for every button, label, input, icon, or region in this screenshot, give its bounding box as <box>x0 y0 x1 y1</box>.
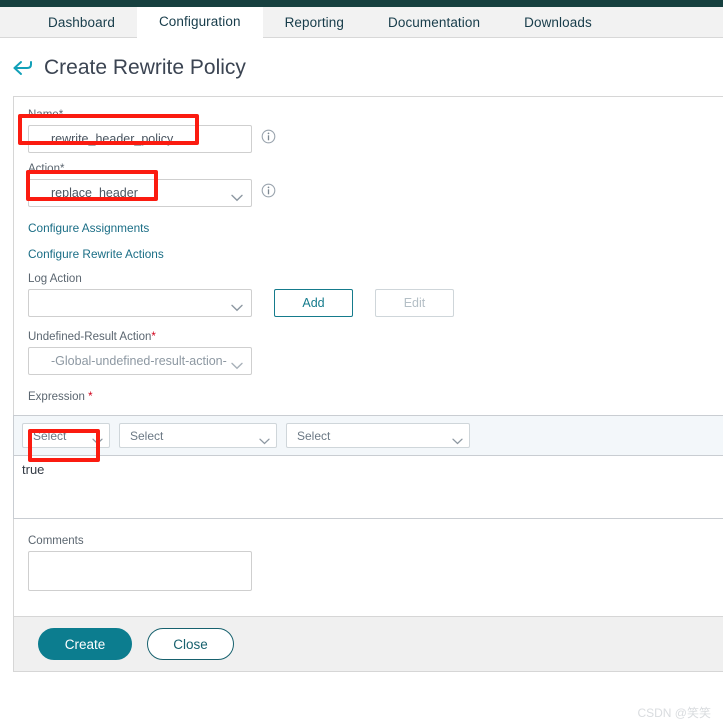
field-log-action: Log Action Add Edit <box>28 273 723 317</box>
name-input[interactable] <box>28 125 252 153</box>
tab-reporting[interactable]: Reporting <box>263 7 366 37</box>
field-comments: Comments <box>28 535 723 596</box>
create-rewrite-policy-form-panel: Name* Action* replace_header <box>13 96 723 617</box>
link-configure-rewrite-actions[interactable]: Configure Rewrite Actions <box>28 247 723 261</box>
form-footer: Create Close <box>13 617 723 672</box>
create-button[interactable]: Create <box>38 628 132 660</box>
action-label-text: Action <box>28 163 60 175</box>
comments-label: Comments <box>28 535 84 547</box>
expression-selector-3[interactable]: Select <box>286 423 470 448</box>
tab-dashboard[interactable]: Dashboard <box>26 7 137 37</box>
link-configure-assignments[interactable]: Configure Assignments <box>28 221 723 235</box>
name-label-text: Name <box>28 109 59 121</box>
expression-selector-1-wrap: Select <box>22 423 110 448</box>
page-title: Create Rewrite Policy <box>44 56 246 79</box>
top-brand-strip <box>0 0 723 7</box>
info-icon[interactable] <box>261 183 276 203</box>
field-name: Name* <box>28 109 723 153</box>
undefined-result-action-select[interactable]: -Global-undefined-result-action- <box>28 347 252 375</box>
name-label: Name* <box>28 109 723 121</box>
field-expression: Expression * <box>28 391 723 403</box>
action-required-mark: * <box>59 163 65 175</box>
tab-documentation[interactable]: Documentation <box>366 7 502 37</box>
tab-label: Documentation <box>388 14 481 30</box>
tab-label: Dashboard <box>48 14 115 30</box>
edit-button: Edit <box>375 289 454 317</box>
action-label: Action* <box>28 163 723 175</box>
expression-selector-1[interactable]: Select <box>22 423 110 448</box>
close-button[interactable]: Close <box>147 628 234 660</box>
tab-label: Reporting <box>284 14 344 30</box>
tab-label: Downloads <box>524 14 592 30</box>
field-undefined-result-action: Undefined-Result Action* -Global-undefin… <box>28 331 723 375</box>
expression-textarea[interactable] <box>14 456 723 518</box>
log-action-label: Log Action <box>28 273 82 285</box>
expression-toolbar: Select Select Select <box>14 416 723 456</box>
log-action-select[interactable] <box>28 289 252 317</box>
field-action: Action* replace_header <box>28 163 723 207</box>
action-select[interactable]: replace_header <box>28 179 252 207</box>
undefined-result-action-label-text: Undefined-Result Action <box>28 331 152 343</box>
expression-label: Expression * <box>28 391 723 403</box>
expression-editor: Select Select Select <box>13 415 723 519</box>
back-arrow-icon[interactable] <box>12 59 34 77</box>
add-button[interactable]: Add <box>274 289 353 317</box>
comments-textarea[interactable] <box>28 551 252 591</box>
page-header: Create Rewrite Policy <box>0 38 723 96</box>
expression-label-text: Expression <box>28 391 85 403</box>
watermark: CSDN @笑笑 <box>637 706 711 720</box>
config-links-group: Configure Assignments Configure Rewrite … <box>28 221 723 261</box>
main-nav-tabbar: Dashboard Configuration Reporting Docume… <box>0 7 723 38</box>
tab-label: Configuration <box>158 14 241 29</box>
expression-selector-3-wrap: Select <box>286 423 470 448</box>
expression-selector-2[interactable]: Select <box>119 423 277 448</box>
tab-downloads[interactable]: Downloads <box>502 7 614 37</box>
expression-required-mark: * <box>88 391 93 403</box>
undefined-result-action-required-mark: * <box>151 331 156 343</box>
expression-selector-2-wrap: Select <box>119 423 277 448</box>
info-icon[interactable] <box>261 129 276 149</box>
name-required-mark: * <box>58 109 64 121</box>
tab-configuration[interactable]: Configuration <box>136 7 263 38</box>
undefined-result-action-label: Undefined-Result Action* <box>28 331 723 343</box>
